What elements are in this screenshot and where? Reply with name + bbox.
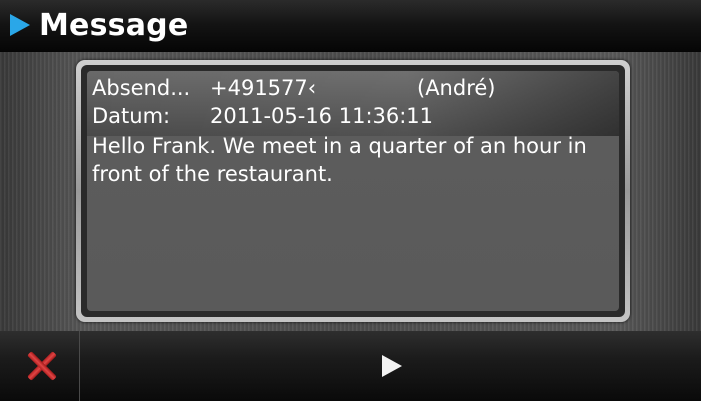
- play-triangle-icon: [10, 14, 30, 36]
- bottom-toolbar: [0, 331, 701, 401]
- message-body: Hello Frank. We meet in a quarter of an …: [92, 134, 587, 186]
- sender-number: +491577‹: [210, 76, 317, 100]
- date-row: Datum: 2011-05-16 11:36:11: [92, 102, 611, 130]
- sender-row: Absend... +491577‹ (André): [92, 74, 611, 102]
- sender-label: Absend...: [92, 76, 191, 100]
- date-value: 2011-05-16 11:36:11: [210, 104, 434, 128]
- sender-name: (André): [417, 76, 496, 100]
- close-x-icon: [27, 351, 57, 381]
- message-box[interactable]: Absend... +491577‹ (André) Datum: 2011-0…: [87, 71, 619, 311]
- title-bar: Message: [0, 0, 701, 53]
- close-button[interactable]: [0, 331, 80, 401]
- message-content: Absend... +491577‹ (André) Datum: 2011-0…: [92, 74, 611, 188]
- page-title: Message: [39, 8, 189, 43]
- date-label: Datum:: [92, 104, 171, 128]
- message-frame: Absend... +491577‹ (André) Datum: 2011-0…: [76, 60, 630, 322]
- play-triangle-icon: [382, 355, 402, 377]
- next-button[interactable]: [81, 331, 701, 401]
